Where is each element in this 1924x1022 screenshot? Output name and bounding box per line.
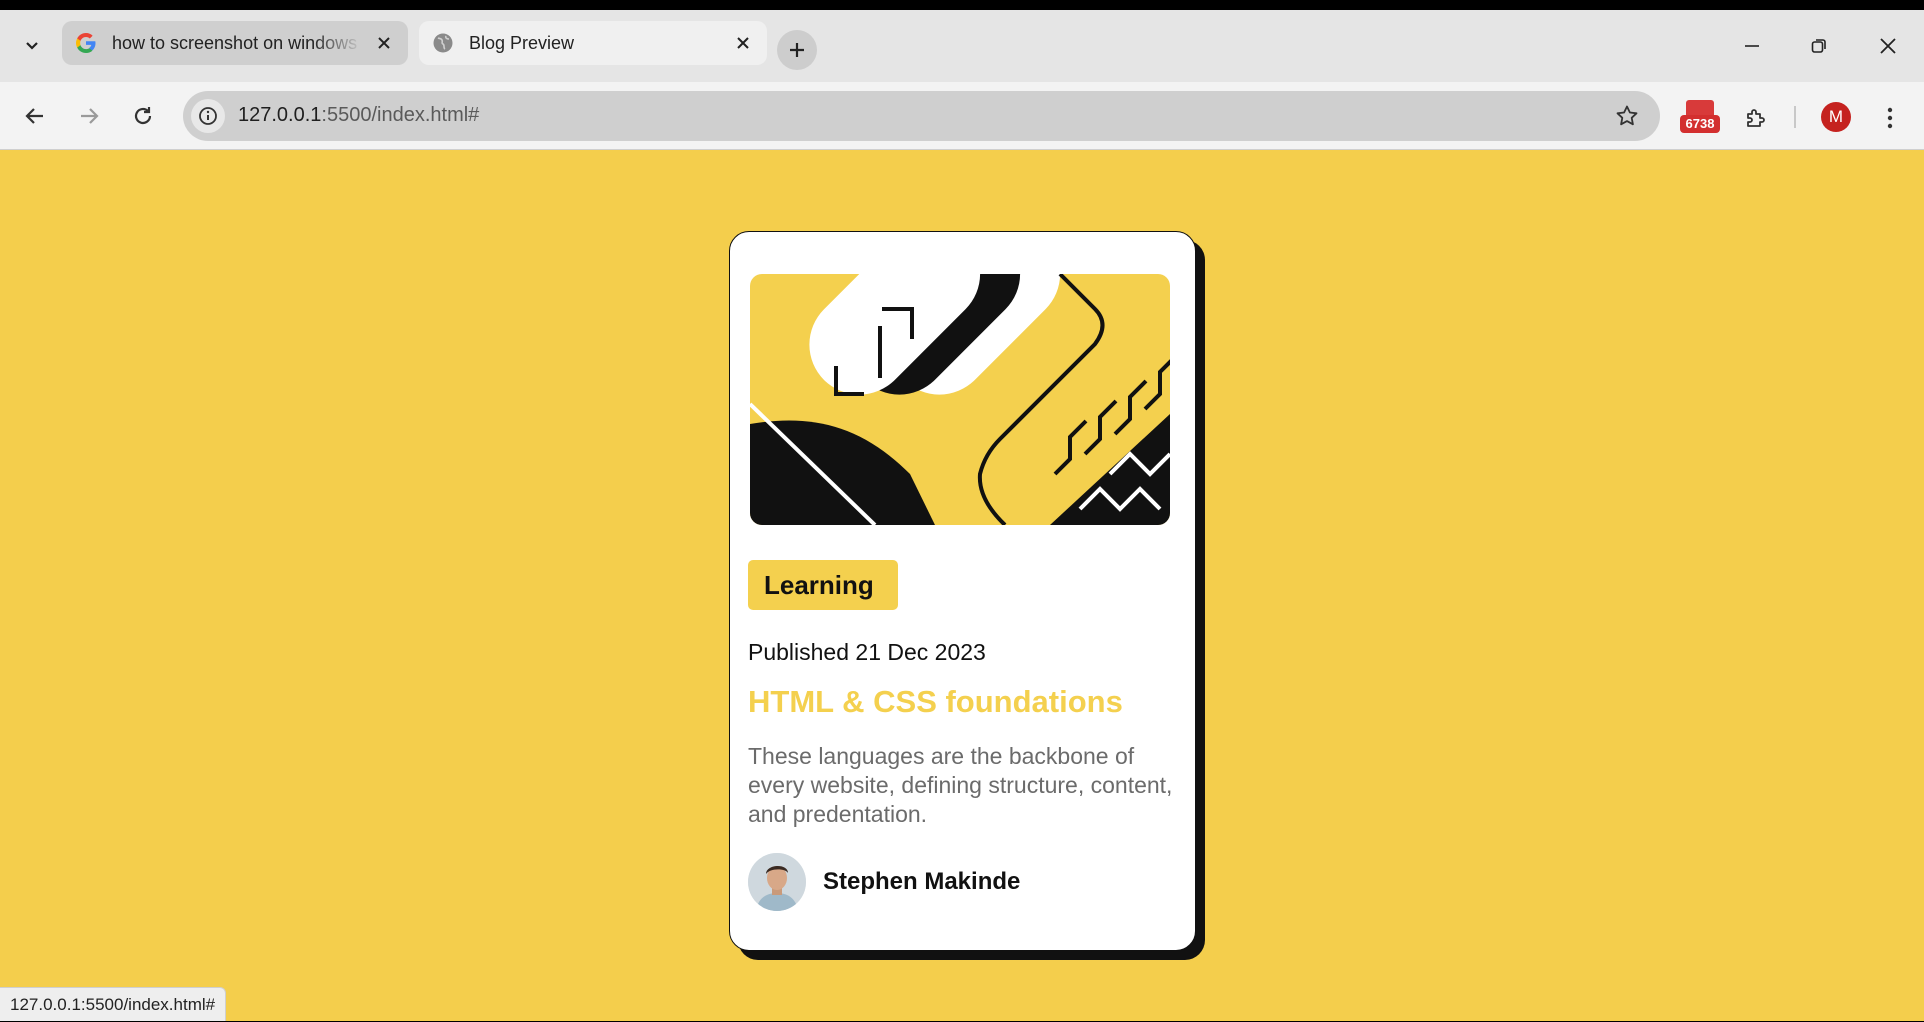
tab-title: Blog Preview — [469, 32, 575, 53]
close-tab-button[interactable] — [731, 31, 755, 55]
tab-title: how to screenshot on windows — [112, 32, 358, 53]
toolbar-separator — [1794, 106, 1796, 128]
back-button[interactable] — [17, 98, 53, 134]
tab-strip: how to screenshot on windows Blog Previe… — [0, 10, 1924, 82]
tab-google-search[interactable]: how to screenshot on windows — [62, 21, 408, 65]
bookmark-button[interactable] — [1614, 103, 1640, 129]
chevron-down-icon — [26, 42, 38, 50]
article-title[interactable]: HTML & CSS foundations — [748, 684, 1123, 720]
author-name: Stephen Makinde — [823, 868, 1021, 895]
url-path: :5500/index.html# — [321, 104, 480, 126]
url-host: 127.0.0.1 — [238, 104, 322, 126]
browser-window: how to screenshot on windows Blog Previe… — [0, 10, 1924, 1021]
restore-icon — [1811, 39, 1826, 53]
close-icon — [378, 37, 390, 49]
site-info-button[interactable] — [191, 99, 225, 133]
close-window-button[interactable] — [1868, 28, 1908, 64]
status-bar-url: 127.0.0.1:5500/index.html# — [0, 987, 227, 1021]
address-bar[interactable]: 127.0.0.1:5500/index.html# — [183, 91, 1660, 141]
browser-menu-button[interactable] — [1872, 100, 1908, 136]
article-description: These languages are the backbone of ever… — [748, 743, 1173, 827]
tab-blog-preview[interactable]: Blog Preview — [419, 21, 767, 65]
close-icon — [1880, 38, 1896, 54]
toolbar: 127.0.0.1:5500/index.html# 6738 M — [0, 82, 1924, 150]
reload-icon — [134, 107, 152, 125]
category-tag: Learning — [748, 560, 898, 610]
author-avatar — [748, 853, 806, 911]
forward-button[interactable] — [71, 98, 107, 134]
minimize-button[interactable] — [1732, 28, 1772, 64]
new-tab-button[interactable] — [777, 30, 817, 70]
published-date: Published 21 Dec 2023 — [748, 639, 986, 665]
arrow-left-icon — [25, 108, 43, 124]
info-icon — [199, 107, 217, 125]
blog-preview-card: Learning Published 21 Dec 2023 HTML & CS… — [729, 231, 1196, 951]
tab-search-button[interactable] — [14, 28, 50, 64]
extensions-button[interactable] — [1738, 100, 1774, 136]
close-icon — [737, 37, 749, 49]
restore-button[interactable] — [1799, 28, 1839, 64]
arrow-right-icon — [81, 108, 99, 124]
extension-badge-count: 6738 — [1680, 115, 1720, 133]
kebab-menu-icon — [1887, 107, 1893, 129]
plus-icon — [790, 43, 804, 57]
profile-button[interactable]: M — [1821, 102, 1851, 132]
close-tab-button[interactable] — [372, 31, 396, 55]
reload-button[interactable] — [125, 98, 161, 134]
hero-illustration — [750, 274, 1170, 525]
mail-extension-button[interactable]: 6738 — [1680, 100, 1720, 134]
page-viewport: Learning Published 21 Dec 2023 HTML & CS… — [0, 151, 1924, 1021]
star-icon — [1616, 105, 1638, 126]
google-icon — [74, 31, 98, 55]
globe-icon — [431, 31, 455, 55]
url-text: 127.0.0.1:5500/index.html# — [238, 104, 479, 127]
puzzle-icon — [1747, 109, 1765, 127]
minimize-icon — [1745, 45, 1759, 47]
